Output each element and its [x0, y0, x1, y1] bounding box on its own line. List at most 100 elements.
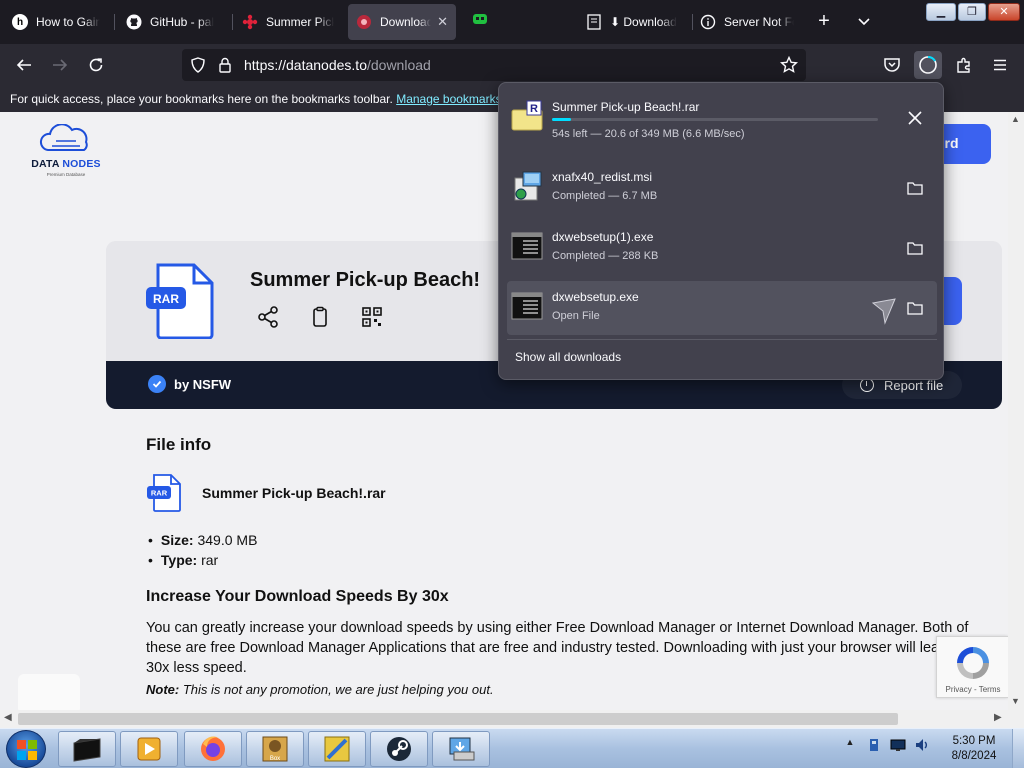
lock-icon — [219, 57, 231, 73]
tab-summer-pick[interactable]: Summer Pick — [234, 4, 342, 40]
pocket-button[interactable] — [878, 51, 906, 79]
show-desktop-button[interactable] — [1012, 729, 1024, 768]
download-item[interactable]: xnafx40_redist.msi Completed — 6.7 MB — [507, 161, 937, 215]
back-button[interactable] — [10, 51, 38, 79]
file-properties: Size: 349.0 MB Type: rar — [148, 530, 258, 570]
puzzle-icon — [957, 57, 970, 73]
scrollbar-thumb[interactable] — [18, 713, 898, 725]
game-box-icon[interactable]: Box — [246, 731, 304, 767]
tab-download-active[interactable]: Download ✕ — [348, 4, 456, 40]
share-icon[interactable] — [256, 305, 280, 329]
tab-how-to-gain[interactable]: h How to Gain — [4, 4, 108, 40]
msi-installer-icon — [511, 170, 543, 202]
firefox-icon[interactable] — [184, 731, 242, 767]
tab-strip: h How to Gain GitHub - pal Summer Pick D… — [0, 0, 1024, 44]
close-tab-icon[interactable]: ✕ — [437, 14, 448, 30]
h-logo-icon: h — [12, 14, 28, 30]
system-clock[interactable]: 5:30 PM 8/8/2024 — [944, 734, 1004, 764]
show-all-downloads-button[interactable]: Show all downloads — [507, 339, 937, 373]
file-name: Summer Pick-up Beach!.rar — [202, 485, 386, 501]
url-host: https://datanodes.to — [244, 57, 367, 73]
tab-title: Server Not Fo — [724, 15, 794, 29]
folder-icon[interactable] — [903, 176, 927, 200]
tab-download-page[interactable]: ⬇ Download — [578, 4, 688, 40]
vertical-scrollbar[interactable]: ▲ ▼ — [1008, 112, 1024, 710]
tools-icon[interactable] — [308, 731, 366, 767]
clipboard-icon[interactable] — [308, 305, 332, 329]
uploader-info: by NSFW — [148, 375, 231, 393]
minimize-window-button[interactable]: ▁ — [926, 3, 956, 21]
note: Note: This is not any promotion, we are … — [146, 682, 494, 697]
svg-text:RAR: RAR — [153, 292, 179, 306]
exe-window-icon — [511, 230, 543, 262]
start-button[interactable] — [6, 730, 46, 768]
clock-date: 8/8/2024 — [951, 750, 997, 762]
media-player-icon[interactable] — [120, 731, 178, 767]
chevron-down-icon — [858, 18, 870, 26]
arrow-right-icon — [53, 59, 68, 71]
chat-widget[interactable] — [18, 674, 80, 710]
manage-bookmarks-link[interactable]: Manage bookmarks... — [396, 92, 511, 106]
volume-icon[interactable] — [914, 737, 930, 753]
windows-logo-icon — [17, 740, 37, 760]
folder-icon[interactable] — [903, 236, 927, 260]
download-status: Completed — 288 KB — [552, 250, 659, 262]
menu-button[interactable] — [986, 51, 1014, 79]
network-device-icon[interactable] — [866, 737, 882, 753]
uploader-prefix: by — [174, 376, 190, 392]
tab-server-not-found[interactable]: Server Not Fo — [692, 4, 802, 40]
downloads-button[interactable] — [914, 51, 942, 79]
arrow-left-icon — [16, 59, 31, 71]
installer-icon[interactable] — [432, 731, 490, 767]
url-path: /download — [366, 57, 431, 73]
download-item[interactable]: R Summer Pick-up Beach!.rar 54s left — 2… — [507, 91, 937, 145]
folder-icon[interactable] — [903, 296, 927, 320]
download-button[interactable] — [942, 277, 962, 325]
qr-code-icon[interactable] — [360, 305, 384, 329]
reload-button[interactable] — [82, 51, 110, 79]
close-window-button[interactable]: ✕ — [988, 3, 1020, 21]
reload-icon — [89, 58, 103, 72]
uploader-name[interactable]: NSFW — [193, 377, 231, 392]
show-hidden-icons-icon[interactable]: ▲ — [842, 737, 858, 753]
recaptcha-links[interactable]: Privacy - Terms — [937, 685, 1008, 694]
speed-heading: Increase Your Download Speeds By 30x — [146, 588, 449, 605]
extensions-button[interactable] — [950, 51, 978, 79]
rar-file-icon: RAR — [144, 263, 216, 340]
exe-window-icon — [511, 290, 543, 322]
logo-text: DATA NODES — [31, 158, 101, 170]
terminal-icon[interactable] — [58, 731, 116, 767]
new-tab-button[interactable]: + — [812, 10, 836, 34]
display-icon[interactable] — [890, 737, 906, 753]
svg-text:Box: Box — [270, 756, 280, 762]
show-all-label: Show all downloads — [515, 350, 622, 364]
download-progress-icon — [919, 55, 937, 74]
download-name: dxwebsetup.exe — [552, 290, 639, 304]
mouse-cursor-icon — [871, 298, 896, 325]
tab-title: GitHub - pal — [150, 15, 215, 29]
forward-button[interactable] — [46, 51, 74, 79]
download-name: Summer Pick-up Beach!.rar — [552, 100, 700, 114]
red-shuriken-icon — [242, 14, 258, 30]
navigation-toolbar: https://datanodes.to/download — [0, 44, 1024, 86]
tab-github[interactable]: GitHub - pal — [118, 4, 228, 40]
star-icon[interactable] — [780, 56, 798, 74]
download-status: Open File — [552, 310, 600, 322]
horizontal-scrollbar[interactable]: ◀ ▶ — [0, 710, 1024, 728]
download-item[interactable]: dxwebsetup.exe Open File — [507, 281, 937, 335]
svg-text:RAR: RAR — [151, 489, 168, 498]
file-info-heading: File info — [146, 435, 212, 454]
recaptcha-badge[interactable]: Privacy - Terms — [936, 636, 1008, 698]
list-all-tabs-button[interactable] — [852, 10, 876, 34]
green-mask-icon — [472, 14, 488, 30]
restore-window-button[interactable]: ❐ — [958, 3, 986, 21]
shield-icon — [191, 57, 205, 73]
downloads-panel: R Summer Pick-up Beach!.rar 54s left — 2… — [498, 82, 944, 380]
url-bar[interactable]: https://datanodes.to/download — [182, 49, 806, 81]
tab-green-mask[interactable] — [464, 4, 574, 40]
datanodes-logo[interactable]: DATA NODES Premium Database — [28, 124, 118, 184]
cancel-icon[interactable] — [903, 106, 927, 130]
steam-icon[interactable] — [370, 731, 428, 767]
tab-title: Download — [380, 15, 432, 29]
download-item[interactable]: dxwebsetup(1).exe Completed — 288 KB — [507, 221, 937, 275]
